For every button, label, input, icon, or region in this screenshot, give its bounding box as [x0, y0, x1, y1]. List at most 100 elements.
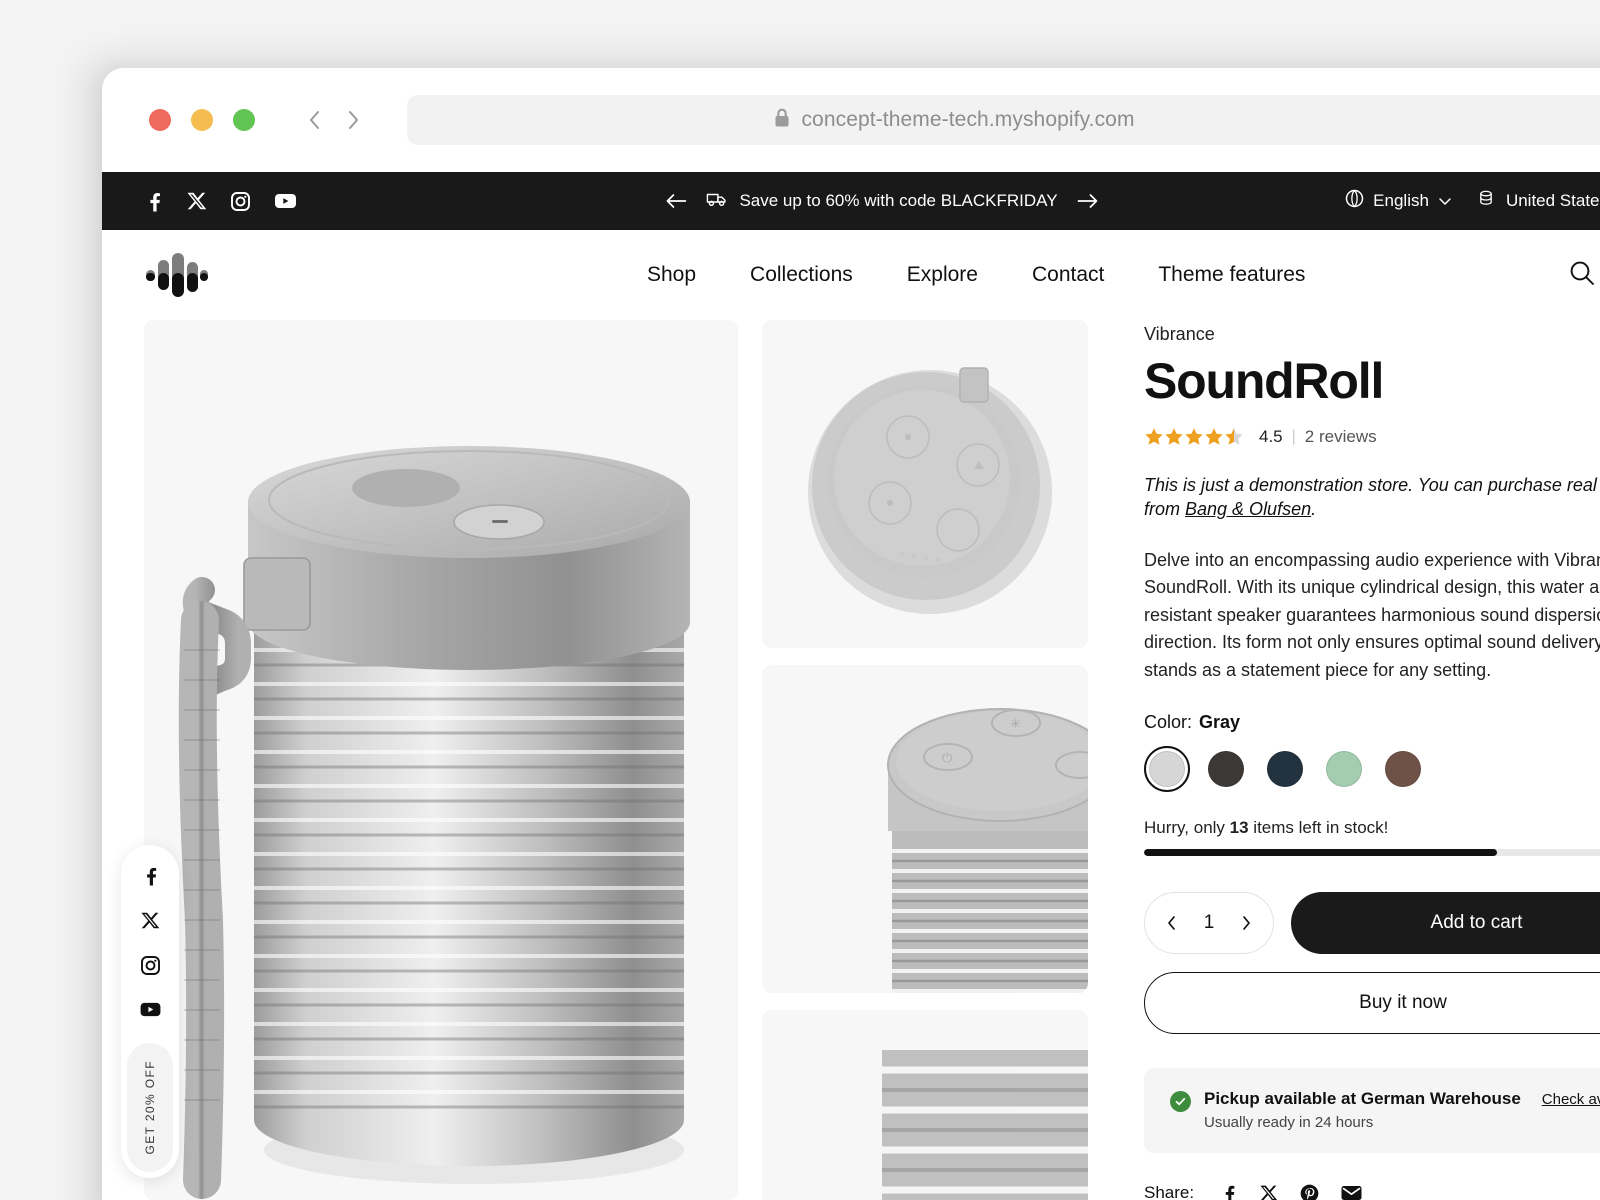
- pinterest-icon[interactable]: [1300, 1184, 1319, 1200]
- announcement-carousel: Save up to 60% with code BLACKFRIDAY: [646, 190, 1117, 213]
- color-swatch-gray[interactable]: [1144, 745, 1190, 792]
- color-option: Color: Gray: [1144, 712, 1600, 792]
- window-controls: [149, 109, 255, 131]
- soundwave-logo[interactable]: [144, 248, 210, 302]
- announcement-text: Save up to 60% with code BLACKFRIDAY: [739, 191, 1058, 210]
- rating-value: 4.5: [1259, 426, 1283, 446]
- buy-it-now-button[interactable]: Buy it now: [1144, 971, 1600, 1034]
- header-actions: [1568, 230, 1600, 320]
- svg-text:✳: ✳: [1010, 716, 1021, 731]
- product-title: SoundRoll: [1144, 353, 1384, 409]
- email-icon[interactable]: [1341, 1185, 1362, 1200]
- youtube-icon[interactable]: [274, 192, 297, 210]
- nav-item-theme-features[interactable]: Theme features: [1131, 263, 1332, 287]
- currency-selector[interactable]: United States (US: [1478, 189, 1600, 213]
- announcement-prev-button[interactable]: [646, 193, 706, 209]
- announcement-selectors: English United States (US: [1345, 189, 1600, 213]
- screenshot-root: concept-theme-tech.myshopify.com Save up…: [0, 0, 1600, 1200]
- x-icon[interactable]: [140, 911, 160, 930]
- product-main-image[interactable]: [144, 320, 738, 1200]
- star-rating-icons: [1144, 427, 1246, 447]
- product-thumbnail-3[interactable]: [762, 1010, 1088, 1200]
- stock-suffix: items left in stock!: [1248, 817, 1389, 837]
- pickup-availability: Pickup available at German Warehouse Usu…: [1144, 1067, 1600, 1154]
- stock-progress-bar: [1144, 848, 1600, 856]
- announcement-social-links: [144, 190, 297, 212]
- pickup-subtitle: Usually ready in 24 hours: [1204, 1113, 1374, 1131]
- speaker-top-view-illustration: [762, 320, 1088, 648]
- nav-item-shop[interactable]: Shop: [620, 263, 723, 287]
- product-section: ✳ ⏻ Vibrance SoundRoll 4.5 | 2 reviews T…: [102, 320, 1600, 1200]
- close-window-button[interactable]: [149, 109, 171, 131]
- nav-item-contact[interactable]: Contact: [1005, 263, 1131, 287]
- check-availability-line1: Check availab: [1541, 1090, 1600, 1108]
- store-page: Shop Collections Explore Contact Theme f…: [102, 230, 1600, 1200]
- product-price: $19: [1596, 372, 1600, 406]
- product-thumbnail-2[interactable]: ✳ ⏻: [762, 665, 1088, 993]
- site-header: Shop Collections Explore Contact Theme f…: [102, 230, 1600, 320]
- instagram-icon[interactable]: [140, 955, 161, 976]
- purchase-controls: 1 Add to cart: [1144, 891, 1600, 954]
- product-rating[interactable]: 4.5 | 2 reviews: [1144, 427, 1600, 447]
- bang-olufsen-link[interactable]: Bang & Olufsen: [1185, 499, 1311, 519]
- instagram-icon[interactable]: [230, 191, 251, 212]
- quantity-increase-button[interactable]: [1235, 915, 1257, 931]
- stock-progress-fill: [1144, 848, 1497, 856]
- product-thumbnail-1[interactable]: [762, 320, 1088, 648]
- nav-item-collections[interactable]: Collections: [723, 263, 880, 287]
- maximize-window-button[interactable]: [233, 109, 255, 131]
- coins-icon: [1478, 189, 1497, 213]
- x-icon[interactable]: [187, 191, 207, 211]
- x-icon[interactable]: [1260, 1184, 1278, 1200]
- quantity-decrease-button[interactable]: [1161, 915, 1183, 931]
- speaker-angled-view-illustration: ✳ ⏻: [762, 665, 1088, 993]
- promo-discount-label: GET 20% OFF: [143, 1060, 157, 1155]
- language-selector[interactable]: English: [1345, 189, 1452, 213]
- announcement-bar: Save up to 60% with code BLACKFRIDAY Eng…: [102, 172, 1600, 230]
- browser-navigation: [303, 106, 365, 134]
- product-info: Vibrance SoundRoll $19: [1112, 320, 1600, 1200]
- chevron-down-icon: [1438, 191, 1452, 211]
- color-swatch-navy[interactable]: [1262, 746, 1308, 792]
- facebook-icon[interactable]: [141, 865, 160, 886]
- review-count[interactable]: 2 reviews: [1305, 427, 1377, 447]
- add-to-cart-button[interactable]: Add to cart: [1291, 891, 1600, 954]
- check-availability-link[interactable]: Check availab other: [1542, 1089, 1600, 1133]
- forward-button[interactable]: [341, 106, 365, 134]
- announcement-next-button[interactable]: [1058, 193, 1118, 209]
- announcement-message: Save up to 60% with code BLACKFRIDAY: [706, 190, 1058, 213]
- share-label: Share:: [1144, 1183, 1195, 1200]
- quantity-value[interactable]: 1: [1204, 912, 1215, 934]
- stock-message: Hurry, only 13 items left in stock!: [1144, 818, 1600, 838]
- youtube-icon[interactable]: [139, 1001, 162, 1018]
- speaker-ribs-closeup-illustration: [762, 1010, 1088, 1200]
- color-label: Color:: [1144, 711, 1193, 732]
- main-navigation: Shop Collections Explore Contact Theme f…: [620, 230, 1332, 320]
- product-gallery-thumbnails: ✳ ⏻: [762, 320, 1088, 1200]
- share-row: Share:: [1144, 1183, 1600, 1200]
- browser-chrome-bar: concept-theme-tech.myshopify.com: [102, 68, 1600, 172]
- color-swatch-mint[interactable]: [1321, 746, 1367, 792]
- pickup-text: Pickup available at German Warehouse Usu…: [1204, 1089, 1521, 1131]
- promo-discount-button[interactable]: GET 20% OFF: [127, 1043, 173, 1172]
- quantity-stepper[interactable]: 1: [1144, 891, 1274, 954]
- facebook-icon[interactable]: [1220, 1183, 1238, 1200]
- color-swatch-charcoal[interactable]: [1203, 746, 1249, 792]
- search-icon[interactable]: [1568, 259, 1596, 292]
- address-bar[interactable]: concept-theme-tech.myshopify.com: [407, 95, 1600, 145]
- language-label: English: [1373, 191, 1429, 210]
- demo-note-line1: This is just a demonstration store. You …: [1144, 474, 1600, 495]
- stock-prefix: Hurry, only: [1144, 817, 1230, 837]
- nav-item-explore[interactable]: Explore: [880, 263, 1005, 287]
- check-circle-icon: [1170, 1090, 1191, 1112]
- svg-text:⏻: ⏻: [942, 750, 952, 765]
- url-text: concept-theme-tech.myshopify.com: [801, 108, 1135, 131]
- color-swatches: [1144, 745, 1600, 792]
- demo-note-line2-prefix: from: [1144, 498, 1186, 519]
- stock-count: 13: [1229, 817, 1249, 837]
- color-swatch-brown[interactable]: [1380, 746, 1426, 792]
- pickup-title: Pickup available at German Warehouse: [1204, 1088, 1521, 1108]
- minimize-window-button[interactable]: [191, 109, 213, 131]
- facebook-icon[interactable]: [144, 190, 164, 212]
- back-button[interactable]: [303, 106, 327, 134]
